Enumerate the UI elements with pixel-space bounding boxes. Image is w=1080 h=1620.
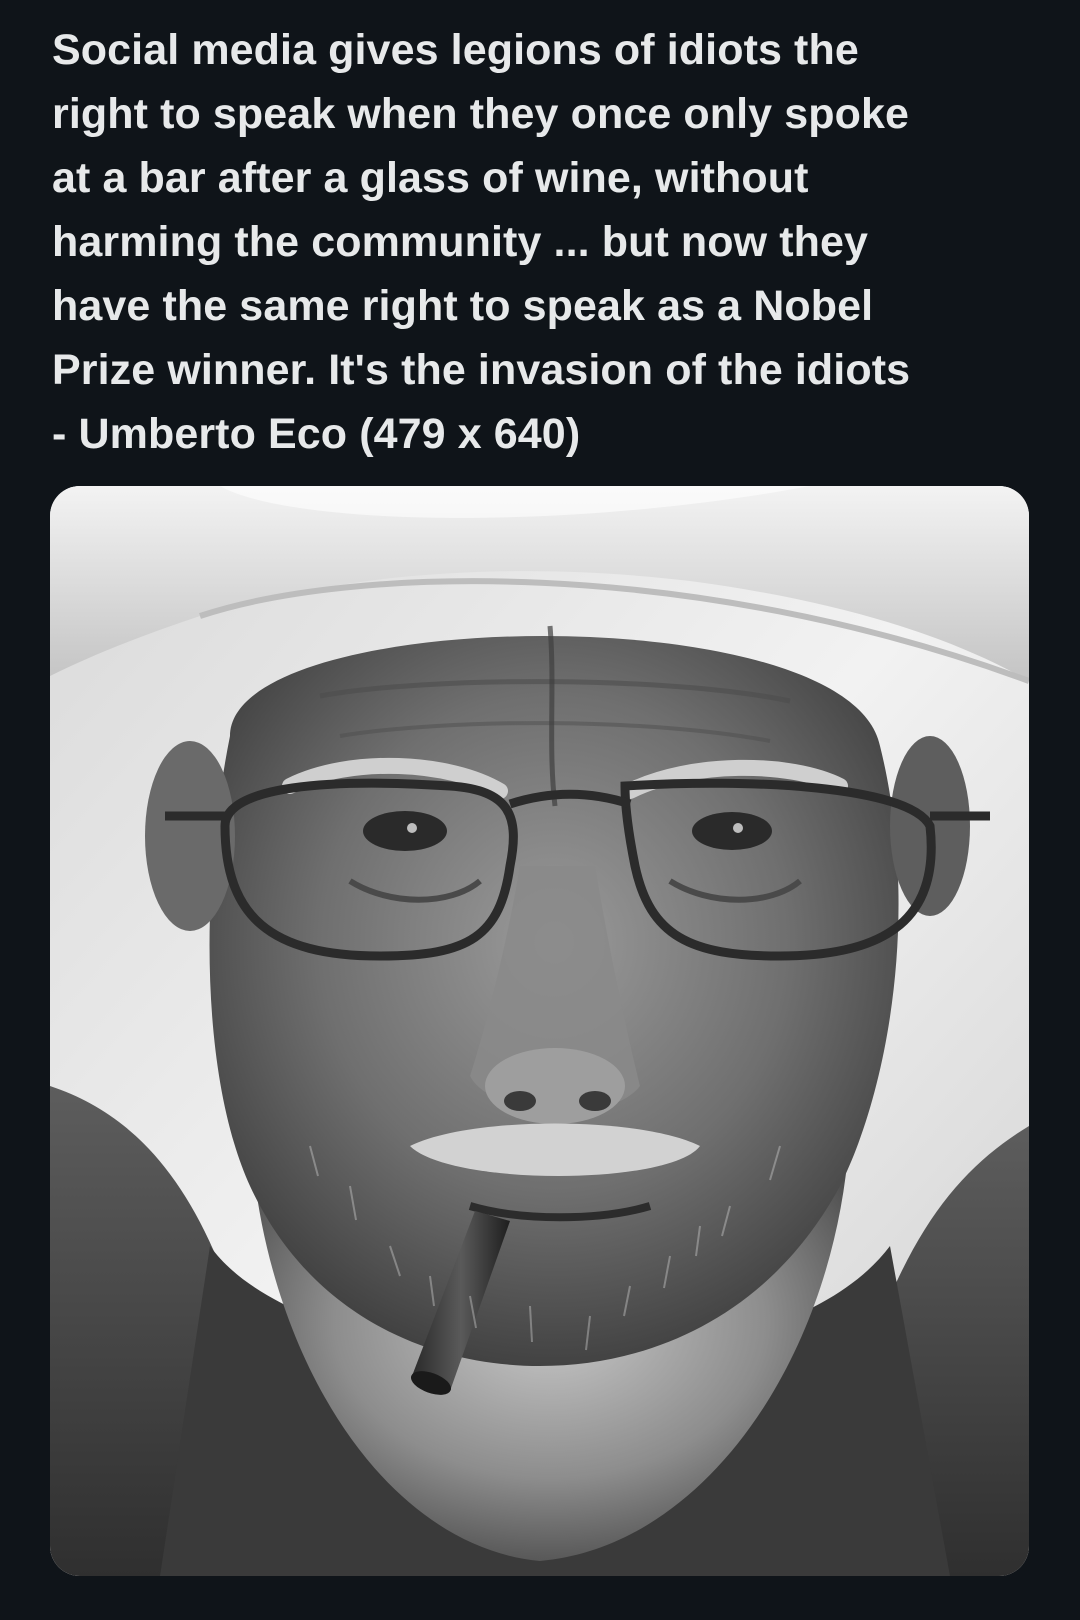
post-text-line: have the same right to speak as a Nobel: [52, 282, 874, 330]
post-text: Social media gives legions of idiots the…: [52, 18, 1052, 466]
post-text-line: at a bar after a glass of wine, without: [52, 154, 809, 202]
post-media-image[interactable]: [50, 486, 1029, 1576]
post-text-line: right to speak when they once only spoke: [52, 90, 910, 138]
post-text-line: harming the community ... but now they: [52, 218, 869, 266]
post-text-line: Prize winner. It's the invasion of the i…: [52, 346, 911, 394]
post-text-line: Social media gives legions of idiots the: [52, 26, 859, 74]
post-text-line: - Umberto Eco (479 x 640): [52, 410, 581, 458]
portrait-photo: [50, 486, 1029, 1576]
post: Social media gives legions of idiots the…: [0, 0, 1080, 1620]
